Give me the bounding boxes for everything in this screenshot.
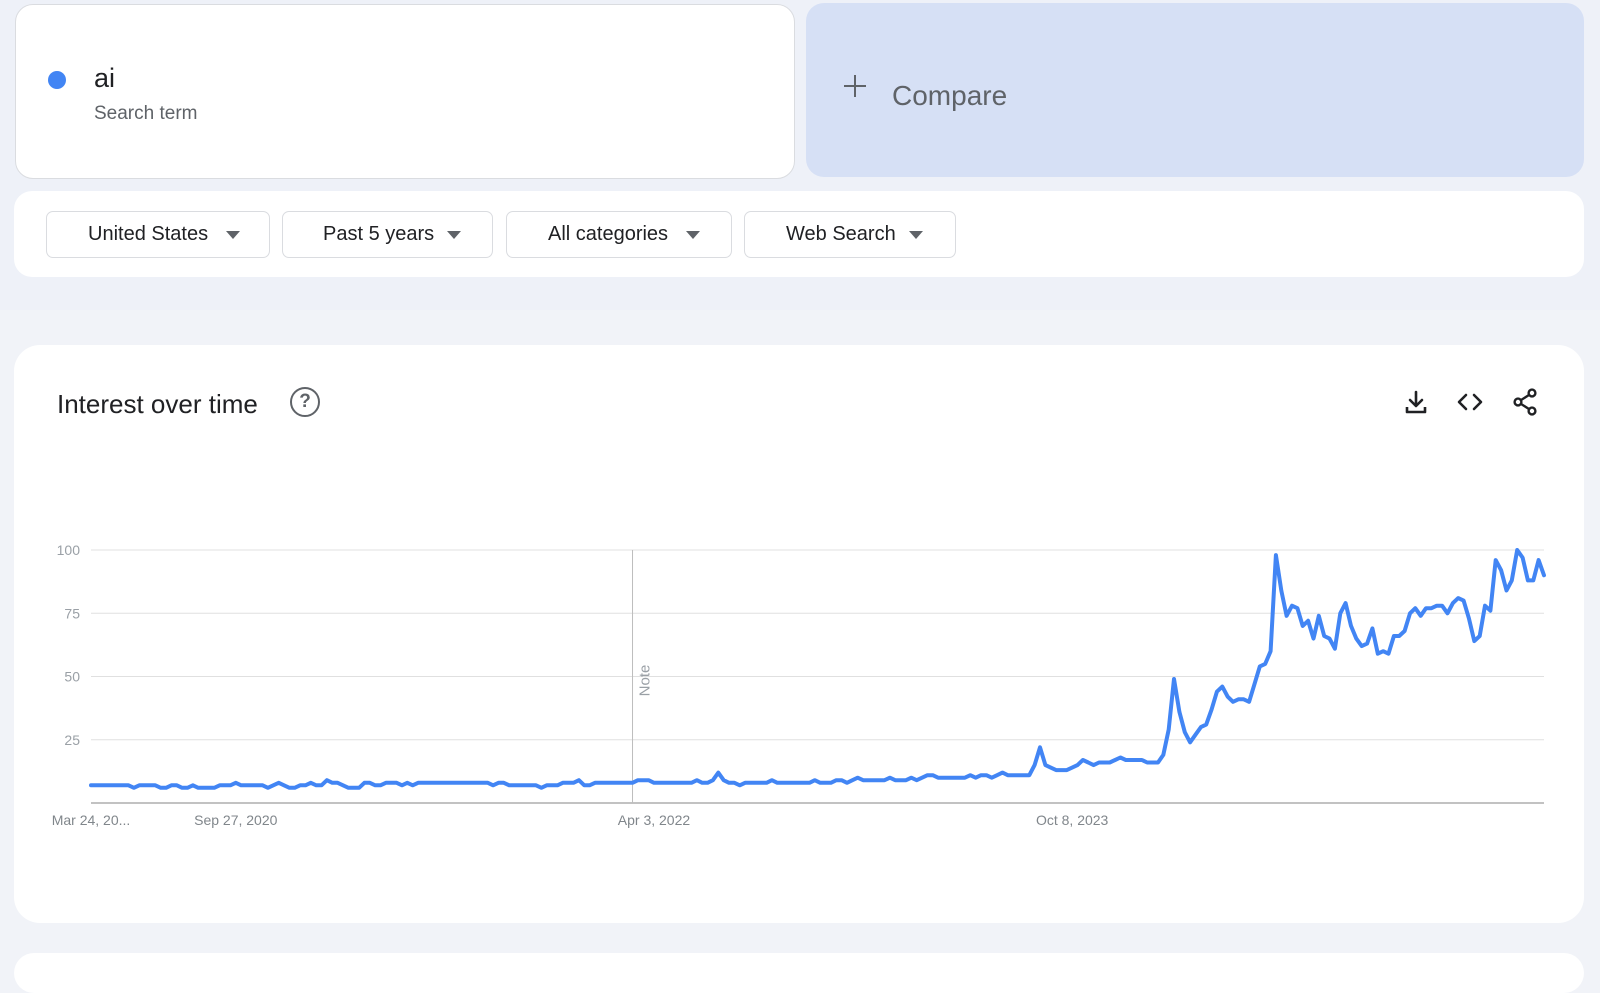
filter-region-dropdown[interactable]: United States: [46, 211, 270, 258]
y-tick-label: 25: [64, 732, 80, 748]
plus-icon: [842, 73, 868, 99]
x-tick-label: Mar 24, 20...: [52, 812, 131, 828]
series-line-ai: [89, 548, 1546, 790]
filter-time-range-label: Past 5 years: [323, 223, 435, 245]
filter-bar: United States Past 5 years All categorie…: [14, 191, 1584, 277]
y-tick-label: 100: [57, 542, 81, 558]
caret-down-icon: [908, 230, 923, 239]
search-term-subtitle: Search term: [94, 103, 198, 124]
y-tick-label: 50: [64, 669, 80, 685]
series-color-dot-icon: [48, 71, 66, 89]
filter-search-type-dropdown[interactable]: Web Search: [744, 211, 956, 258]
compare-button[interactable]: Compare: [806, 3, 1584, 177]
filter-category-dropdown[interactable]: All categories: [506, 211, 732, 258]
filter-time-range-dropdown[interactable]: Past 5 years: [282, 211, 493, 258]
filter-search-type-label: Web Search: [786, 223, 896, 245]
interest-line-chart[interactable]: 25 50 75 100 Mar 24, 20... Sep 27, 2020 Apr 3,…: [14, 345, 1584, 923]
caret-down-icon: [686, 230, 701, 239]
search-term-card[interactable]: ai Search term: [15, 4, 795, 179]
x-tick-label: Sep 27, 2020: [194, 812, 278, 828]
y-tick-label: 75: [64, 605, 80, 621]
caret-down-icon: [226, 230, 241, 239]
caret-down-icon: [447, 230, 462, 239]
filter-category-label: All categories: [548, 223, 669, 245]
filter-region-label: United States: [88, 223, 209, 245]
x-tick-label: Oct 8, 2023: [1036, 812, 1109, 828]
compare-label: Compare: [892, 80, 1008, 111]
interest-over-time-card: Interest over time ? 25 50 75 100 Mar 24, 20…: [14, 345, 1584, 923]
note-annotation-label: Note: [637, 665, 654, 697]
x-tick-label: Apr 3, 2022: [618, 812, 691, 828]
next-section-card: [14, 953, 1584, 993]
search-term-name[interactable]: ai: [94, 63, 115, 94]
